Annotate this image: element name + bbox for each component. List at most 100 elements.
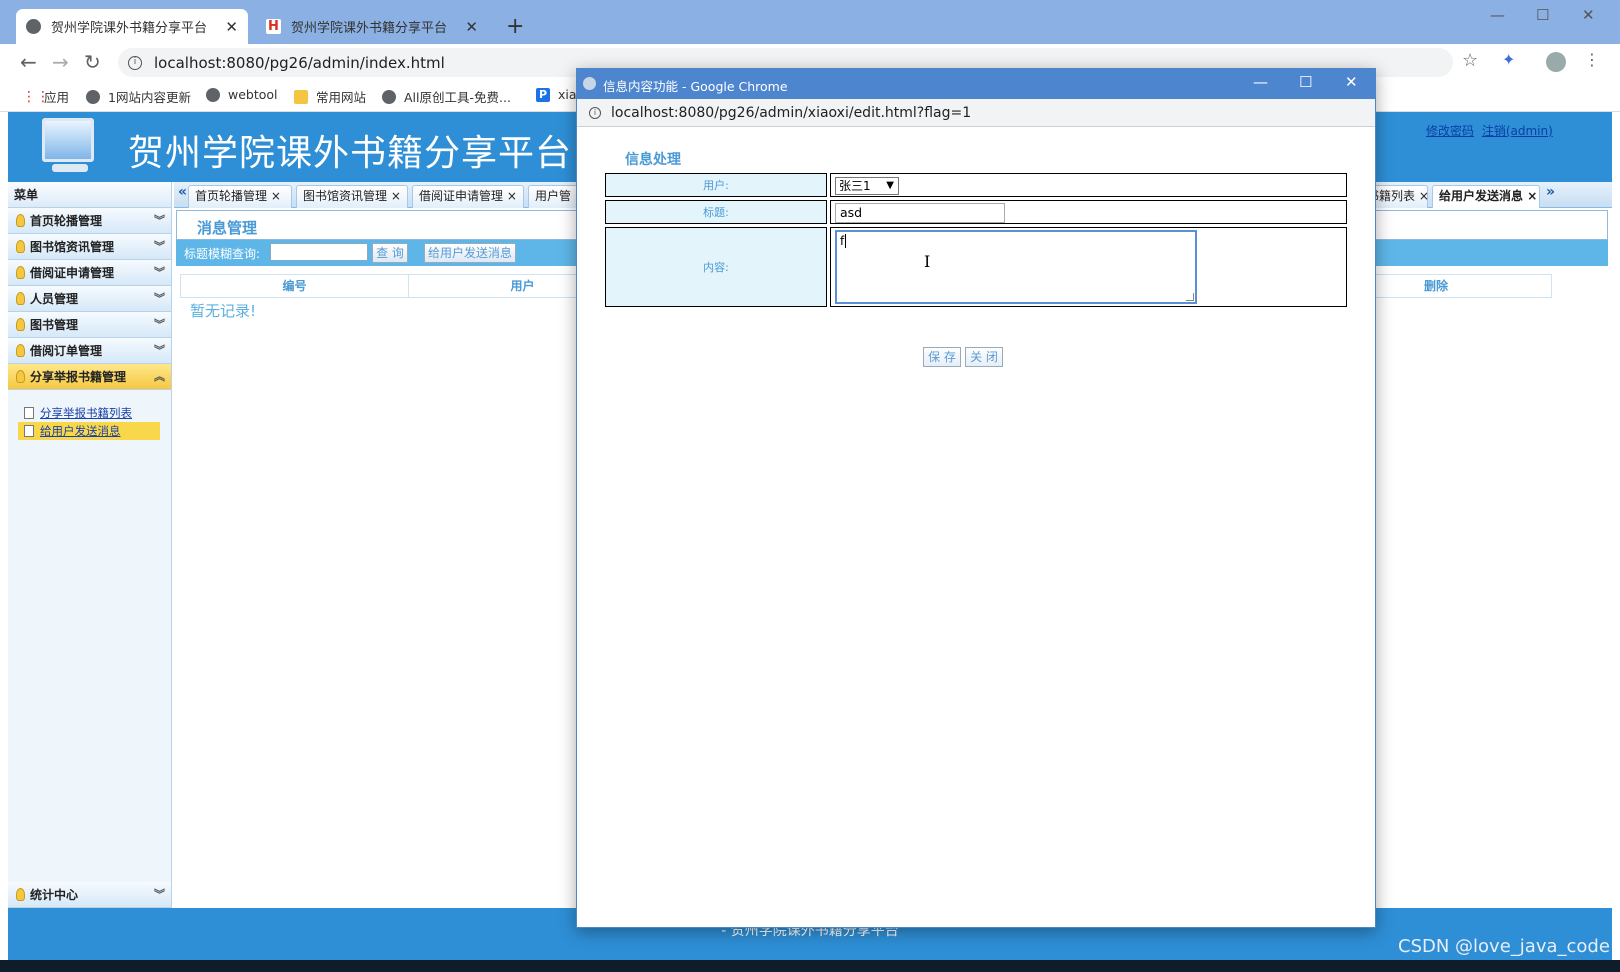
chevron-down-icon: ︾ [154,344,165,357]
scroll-right-icon[interactable]: » [1546,184,1555,200]
info-icon[interactable]: i [128,55,142,70]
info-icon[interactable]: i [589,107,601,119]
browser-tab-label: 贺州学院课外书籍分享平台 [291,21,448,36]
content-label: 内容: [605,227,827,307]
logout-link[interactable]: 注销(admin) [1482,124,1553,138]
tab-library-news[interactable]: 图书馆资讯管理 × [296,185,408,208]
sidebar-item-label: 分享举报书籍管理 [30,370,127,384]
forward-icon[interactable]: → [52,50,69,74]
sidebar-item-users[interactable]: 人员管理 ︾ [8,286,171,312]
title-search-input[interactable] [270,243,368,261]
chevron-down-icon: ︾ [154,214,165,227]
tab-close-icon[interactable]: × [1527,189,1537,203]
save-button[interactable]: 保 存 [923,347,961,367]
resize-grip-icon[interactable] [1186,293,1194,301]
globe-icon [86,89,100,104]
submenu-label: 给用户发送消息 [40,424,121,438]
sidebar-item-share-report[interactable]: 分享举报书籍管理 ︽ [8,364,171,390]
empty-message: 暂无记录! [190,302,257,320]
sidebar-item-orders[interactable]: 借阅订单管理 ︾ [8,338,171,364]
close-tab-icon[interactable]: ✕ [225,18,238,36]
maximize-icon[interactable]: ☐ [1536,6,1549,24]
reload-icon[interactable]: ↻ [84,50,101,74]
dropdown-arrow-icon: ▼ [886,180,894,191]
new-tab-icon[interactable]: + [506,14,524,39]
text-cursor-icon: I [924,252,931,271]
bookmark-item[interactable]: P xia [536,87,577,102]
tab-send-message[interactable]: 给用户发送消息 × [1432,185,1540,208]
minimize-icon[interactable]: — [1253,73,1268,91]
scroll-left-icon[interactable]: « [178,184,187,200]
change-password-link[interactable]: 修改密码 [1426,124,1474,138]
bookmark-apps[interactable]: ⋮⋮ 应用 [22,87,69,106]
tab-close-icon[interactable]: × [507,189,517,203]
watermark: CSDN @love_java_code [1398,936,1610,957]
bookmark-folder[interactable]: 常用网站 [294,87,366,106]
sidebar-item-statistics[interactable]: 统计中心 ︾ [8,882,171,908]
desktop-edge [0,960,1620,972]
extension-icon[interactable]: ✦ [1502,50,1515,69]
bookmark-item[interactable]: webtool [206,87,278,102]
back-icon[interactable]: ← [20,50,37,74]
sidebar-item-books[interactable]: 图书管理 ︾ [8,312,171,338]
bulb-icon [16,318,25,331]
close-window-icon[interactable]: ✕ [1345,73,1358,91]
sidebar: 菜单 首页轮播管理 ︾ 图书馆资讯管理 ︾ 借阅证申请管理 ︾ 人员管理 ︾ 图… [8,182,172,908]
sidebar-item-card-apply[interactable]: 借阅证申请管理 ︾ [8,260,171,286]
tab-users[interactable]: 用户管 [528,185,578,208]
bulb-icon [16,888,25,901]
tab-close-icon[interactable]: × [391,189,401,203]
popup-url-bar: i localhost:8080/pg26/admin/xiaoxi/edit.… [577,99,1375,127]
bulb-icon [16,292,25,305]
folder-icon [294,89,308,104]
form-row-title: 标题: asd [605,200,1347,224]
submenu-item-send-message[interactable]: 给用户发送消息 [18,422,160,440]
sidebar-item-carousel[interactable]: 首页轮播管理 ︾ [8,208,171,234]
user-label: 用户: [605,173,827,197]
sidebar-item-library-news[interactable]: 图书馆资讯管理 ︾ [8,234,171,260]
globe-icon [26,19,41,34]
submenu: 分享举报书籍列表 给用户发送消息 [8,390,171,450]
user-select-value: 张三1 [839,179,871,193]
chevron-down-icon: ︾ [154,292,165,305]
more-menu-icon[interactable]: ⋮ [1584,50,1600,69]
sidebar-item-label: 图书管理 [30,318,79,332]
tab-carousel[interactable]: 首页轮播管理 × [188,185,292,208]
browser-tab-2[interactable]: H 贺州学院课外书籍分享平台 ✕ [256,9,488,44]
close-window-icon[interactable]: ✕ [1582,6,1595,24]
globe-icon [583,77,596,90]
browser-tab-1[interactable]: 贺州学院课外书籍分享平台 ✕ [16,9,248,44]
tab-close-icon[interactable]: × [271,189,281,203]
globe-icon [382,89,396,104]
tab-close-icon[interactable]: × [1419,189,1429,203]
header-links: 修改密码 注销(admin) [1426,122,1557,139]
bulb-icon [16,370,25,383]
monitor-logo-icon [42,118,94,162]
minimize-icon[interactable]: — [1490,6,1505,24]
close-tab-icon[interactable]: ✕ [465,18,478,36]
search-button[interactable]: 查 询 [372,243,408,263]
user-select[interactable]: 张三1 ▼ [835,177,899,195]
sidebar-item-label: 图书馆资讯管理 [30,240,115,254]
avatar[interactable] [1546,52,1566,72]
site-title: 贺州学院课外书籍分享平台 [128,133,573,174]
bookmark-item[interactable]: 1网站内容更新 [86,87,191,106]
content-cell: f [830,227,1347,307]
popup-url-text: localhost:8080/pg26/admin/xiaoxi/edit.ht… [611,105,972,121]
popup-window: 信息内容功能 - Google Chrome — ☐ ✕ i localhost… [576,68,1376,928]
submenu-item-report-list[interactable]: 分享举报书籍列表 [18,404,160,422]
tab-label: 借阅证申请管理 [419,189,504,203]
title-input[interactable]: asd [835,203,1005,223]
menu-heading: 菜单 [8,182,171,208]
tab-card-apply[interactable]: 借阅证申请管理 × [412,185,524,208]
chevron-down-icon: ︾ [154,266,165,279]
user-cell: 张三1 ▼ [830,173,1347,197]
content-textarea[interactable]: f [835,230,1197,304]
chevron-down-icon: ︾ [154,240,165,253]
send-message-button[interactable]: 给用户发送消息 [424,243,516,263]
maximize-icon[interactable]: ☐ [1299,73,1312,91]
bookmark-item[interactable]: All原创工具-免费... [382,87,511,106]
close-button[interactable]: 关 闭 [965,347,1003,367]
globe-icon [206,87,220,102]
star-icon[interactable]: ☆ [1462,50,1478,71]
